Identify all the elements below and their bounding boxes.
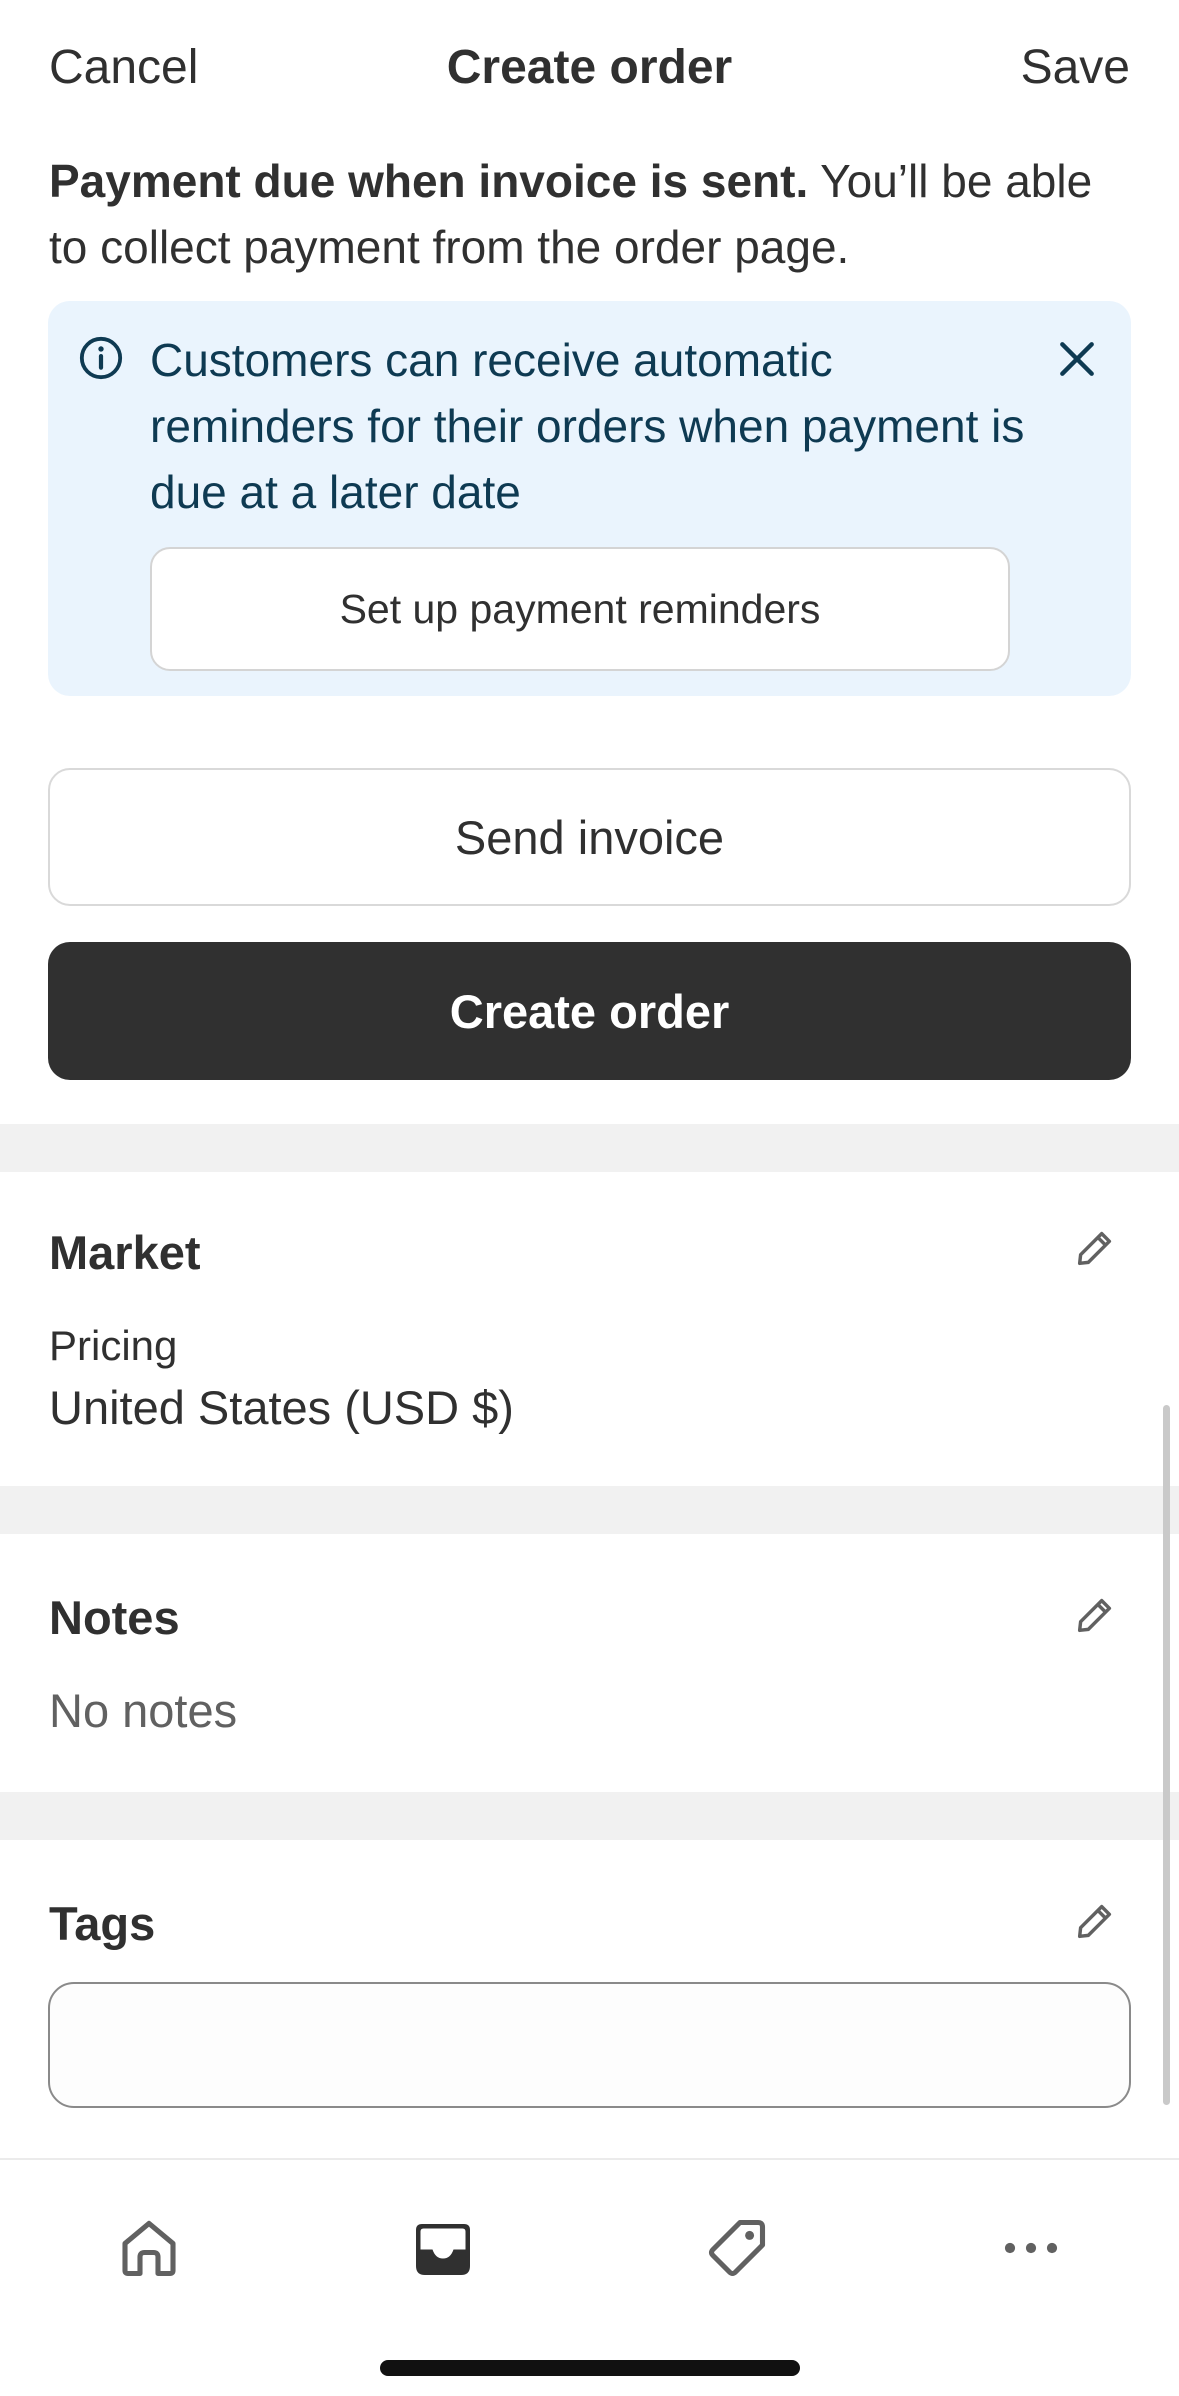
- payment-reminders-banner: Customers can receive automatic reminder…: [48, 301, 1131, 696]
- market-title: Market: [49, 1226, 201, 1279]
- section-divider: [0, 1792, 1179, 1840]
- tags-title: Tags: [49, 1897, 156, 1950]
- cancel-button[interactable]: Cancel: [49, 40, 198, 95]
- edit-notes-pencil-icon[interactable]: [1072, 1592, 1118, 1638]
- edit-market-pencil-icon[interactable]: [1072, 1225, 1118, 1271]
- scrollbar[interactable]: [1163, 1405, 1170, 2105]
- close-icon[interactable]: [1055, 337, 1099, 381]
- bottom-navigation: [0, 2158, 1179, 2396]
- home-indicator: [380, 2360, 800, 2376]
- nav-more[interactable]: [983, 2200, 1079, 2296]
- home-icon: [122, 2220, 176, 2277]
- banner-message: Customers can receive automatic reminder…: [150, 334, 1025, 518]
- section-divider: [0, 1124, 1179, 1172]
- products-tag-icon: [708, 2219, 766, 2277]
- section-divider: [0, 1486, 1179, 1534]
- more-icon: [1004, 2242, 1058, 2254]
- pricing-value: United States (USD $): [49, 1381, 514, 1434]
- create-order-button[interactable]: Create order: [48, 942, 1131, 1080]
- info-icon: [79, 336, 123, 380]
- create-order-screen: Cancel Create order Save Payment due whe…: [0, 0, 1179, 2396]
- edit-tags-pencil-icon[interactable]: [1072, 1898, 1118, 1944]
- nav-home[interactable]: [101, 2200, 197, 2296]
- notes-value: No notes: [49, 1684, 238, 1737]
- pricing-label: Pricing: [49, 1322, 178, 1369]
- nav-products[interactable]: [689, 2200, 785, 2296]
- nav-orders[interactable]: [395, 2200, 491, 2296]
- set-up-payment-reminders-button[interactable]: Set up payment reminders: [150, 547, 1010, 671]
- send-invoice-button[interactable]: Send invoice: [48, 768, 1131, 906]
- notes-title: Notes: [49, 1591, 180, 1644]
- tags-input[interactable]: [48, 1982, 1131, 2108]
- payment-terms-text: Payment due when invoice is sent. You’ll…: [49, 148, 1129, 280]
- top-bar: Cancel Create order Save: [0, 0, 1179, 136]
- payment-terms-bold: Payment due when invoice is sent.: [49, 155, 809, 207]
- orders-icon: [416, 2224, 470, 2275]
- save-button[interactable]: Save: [1021, 40, 1130, 95]
